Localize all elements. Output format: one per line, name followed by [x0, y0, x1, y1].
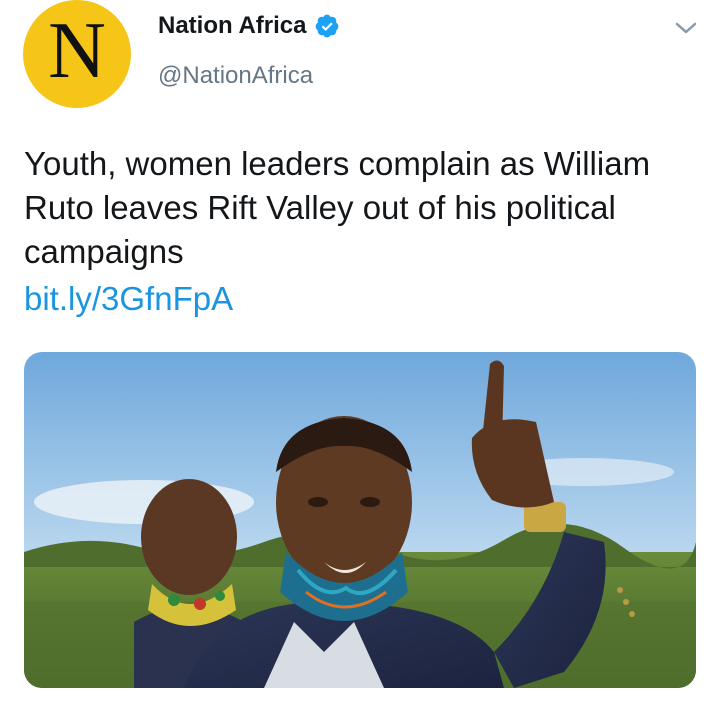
chevron-down-icon[interactable] — [672, 18, 700, 38]
tweet-link[interactable]: bit.ly/3GfnFpA — [24, 277, 233, 321]
avatar[interactable]: N — [23, 0, 131, 108]
tweet-text: Youth, women leaders complain as William… — [24, 145, 651, 270]
account-name-row: Nation Africa — [158, 12, 340, 40]
display-name[interactable]: Nation Africa — [158, 12, 306, 40]
photo-illustration — [24, 352, 696, 688]
verified-badge-icon — [314, 13, 340, 39]
tweet-media-photo[interactable] — [24, 352, 696, 688]
avatar-logo-letter: N — [48, 7, 106, 95]
account-handle[interactable]: @NationAfrica — [158, 62, 313, 90]
